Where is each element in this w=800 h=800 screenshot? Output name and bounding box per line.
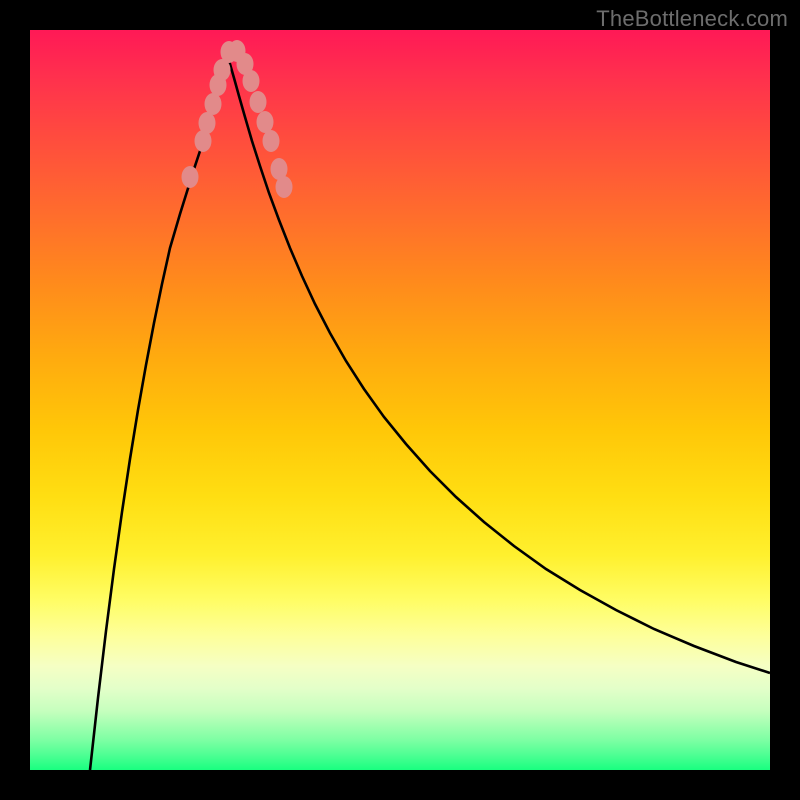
bead-marker: [263, 130, 280, 152]
bead-marker: [199, 112, 216, 134]
bead-marker-group: [182, 40, 293, 198]
curve-right-branch: [227, 54, 770, 673]
curve-overlay-svg: [30, 30, 770, 770]
bead-marker: [205, 93, 222, 115]
bead-marker: [182, 166, 199, 188]
bead-marker: [257, 111, 274, 133]
bead-marker: [243, 70, 260, 92]
bead-marker: [250, 91, 267, 113]
chart-frame: TheBottleneck.com: [0, 0, 800, 800]
bottleneck-curve: [90, 54, 770, 770]
plot-area: [30, 30, 770, 770]
watermark-text: TheBottleneck.com: [596, 6, 788, 32]
bead-marker: [276, 176, 293, 198]
curve-left-branch: [90, 54, 227, 770]
